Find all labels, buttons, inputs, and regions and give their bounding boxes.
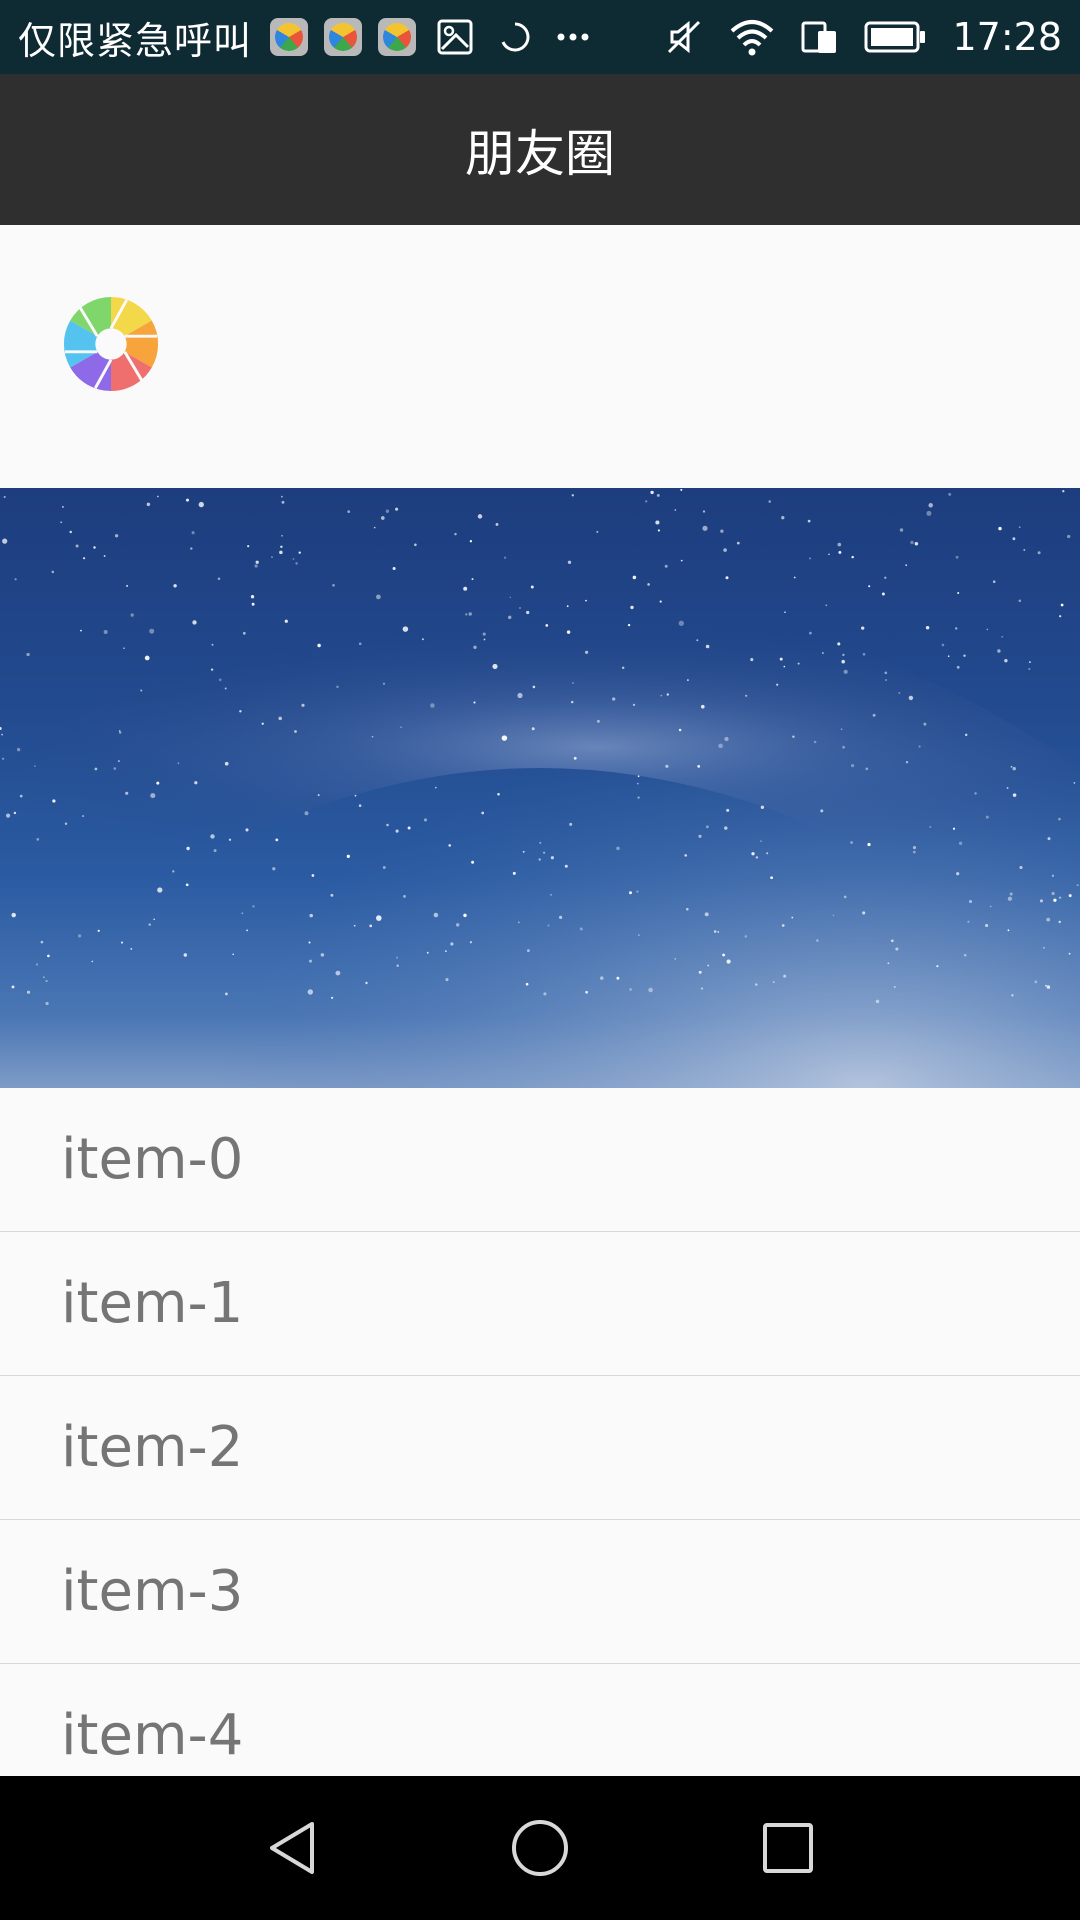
home-button[interactable] bbox=[480, 1798, 600, 1898]
status-left: 仅限紧急呼叫 bbox=[18, 0, 602, 74]
list-item-label: item-1 bbox=[61, 1271, 244, 1336]
list-item-label: item-0 bbox=[61, 1127, 244, 1192]
title-bar: 朋友圈 bbox=[0, 74, 1080, 225]
dual-sim-icon bbox=[800, 17, 840, 57]
home-circle-icon bbox=[512, 1820, 568, 1876]
app-notification-icon bbox=[270, 18, 309, 56]
list-item[interactable]: item-0 bbox=[0, 1088, 1080, 1232]
page-title: 朋友圈 bbox=[465, 124, 615, 183]
recents-square-icon bbox=[763, 1823, 813, 1873]
emergency-call-text: 仅限紧急呼叫 bbox=[18, 18, 253, 63]
list-item-label: item-2 bbox=[61, 1415, 244, 1480]
feed-list[interactable]: item-0 item-1 item-2 item-3 item-4 bbox=[0, 1088, 1080, 1808]
status-right: 17:28 bbox=[652, 0, 1062, 74]
navigation-bar bbox=[0, 1776, 1080, 1920]
recents-button[interactable] bbox=[728, 1798, 848, 1898]
more-icon bbox=[556, 32, 590, 42]
list-item-label: item-3 bbox=[61, 1559, 244, 1624]
list-item[interactable]: item-2 bbox=[0, 1376, 1080, 1520]
app-notification-icon bbox=[378, 18, 417, 56]
list-item[interactable]: item-3 bbox=[0, 1520, 1080, 1664]
back-triangle-icon bbox=[270, 1822, 314, 1874]
list-item[interactable]: item-1 bbox=[0, 1232, 1080, 1376]
header-area bbox=[0, 225, 1080, 488]
mute-icon bbox=[664, 17, 704, 57]
battery-icon bbox=[864, 20, 926, 54]
wifi-icon bbox=[728, 17, 776, 57]
clock: 17:28 bbox=[952, 15, 1062, 59]
back-button[interactable] bbox=[232, 1798, 352, 1898]
sync-icon bbox=[498, 20, 532, 54]
image-icon bbox=[436, 18, 474, 56]
list-item-label: item-4 bbox=[61, 1703, 244, 1768]
app-notification-icon bbox=[324, 18, 363, 56]
status-bar: 仅限紧急呼叫 17:28 bbox=[0, 0, 1080, 74]
aperture-logo-icon[interactable] bbox=[62, 295, 160, 393]
header-banner-image bbox=[0, 488, 1080, 1088]
starry-sky-image bbox=[0, 488, 1080, 1088]
